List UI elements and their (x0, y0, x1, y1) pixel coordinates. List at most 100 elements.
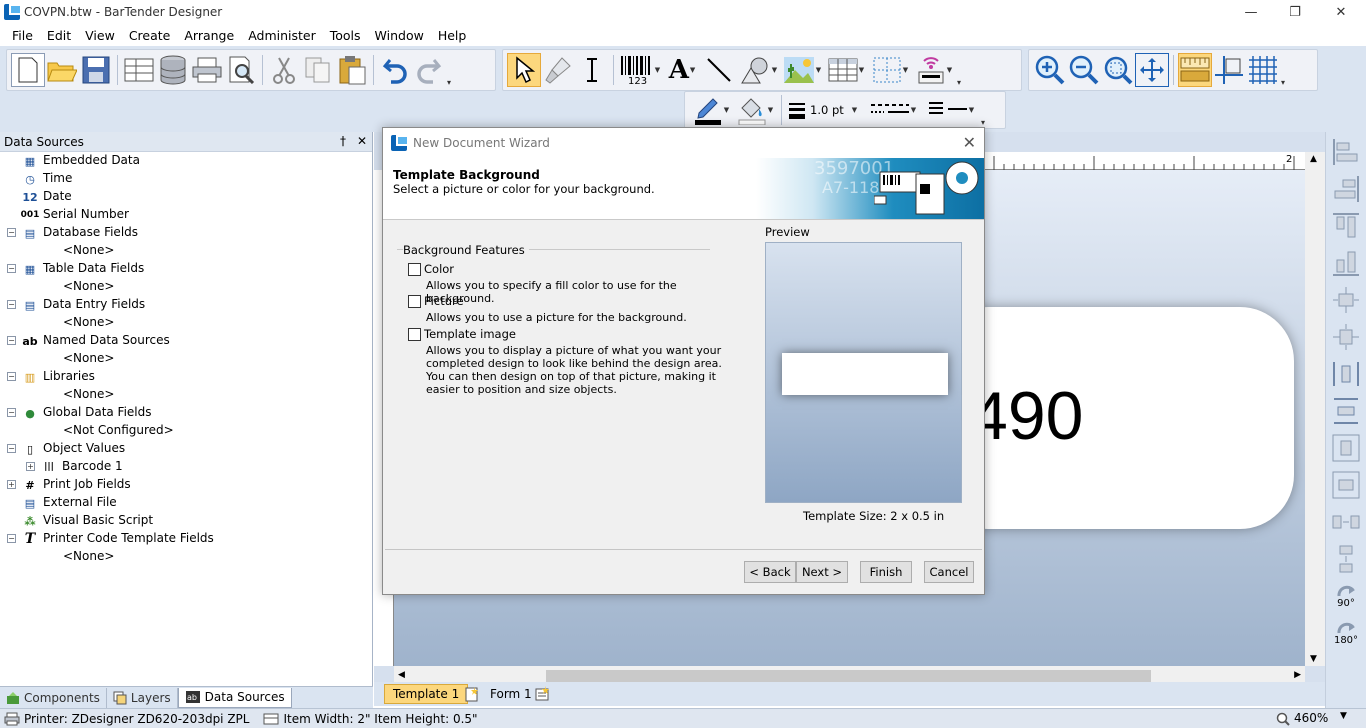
database-setup-button[interactable] (156, 53, 190, 87)
text-cursor-tool-button[interactable] (575, 53, 609, 87)
tree-item[interactable]: − ▯ Object Values (0, 440, 372, 458)
menu-tools[interactable]: Tools (323, 28, 368, 43)
same-width-button[interactable] (1329, 505, 1363, 539)
rotate-180-button[interactable]: 180° (1329, 616, 1363, 650)
picture-tool-button[interactable]: ▼ (780, 53, 824, 87)
table-tool-button[interactable]: ▼ (824, 53, 868, 87)
tab-layers[interactable]: Layers (107, 687, 178, 708)
line-style-dropdown[interactable]: ▼ (864, 93, 922, 127)
line-tool-button[interactable] (702, 53, 736, 87)
scroll-up-icon[interactable]: ▲ (1310, 154, 1317, 164)
collapse-icon[interactable]: − (7, 228, 16, 237)
grid-toggle-button[interactable] (1246, 53, 1280, 87)
tree-item[interactable]: + # Print Job Fields (0, 476, 372, 494)
tab-data-sources[interactable]: ab Data Sources (177, 687, 292, 708)
wizard-close-button[interactable]: ✕ (963, 133, 976, 152)
menu-help[interactable]: Help (431, 28, 474, 43)
tree-item[interactable]: <None> (0, 386, 372, 404)
color-checkbox[interactable] (408, 263, 421, 276)
format-painter-button[interactable] (541, 53, 575, 87)
line-end-dropdown[interactable]: ▼ (922, 93, 980, 127)
undo-button[interactable] (378, 53, 412, 87)
cut-button[interactable] (267, 53, 301, 87)
tree-item[interactable]: ◷ Time (0, 170, 372, 188)
rulers-toggle-button[interactable] (1178, 53, 1212, 87)
fill-color-button[interactable]: ▼ (733, 93, 777, 127)
align-top-button[interactable] (1329, 209, 1363, 243)
zoom-dropdown-icon[interactable]: ▼ (1340, 711, 1347, 721)
tree-item[interactable]: ⁂ Visual Basic Script (0, 512, 372, 530)
rotate-90-button[interactable]: 90° (1329, 579, 1363, 613)
tree-item[interactable]: ▦ Embedded Data (0, 152, 372, 170)
tree-item[interactable]: − ▤ Database Fields (0, 224, 372, 242)
tree-item[interactable]: <None> (0, 314, 372, 332)
line-width-dropdown[interactable]: 1.0 pt ▼ (786, 93, 864, 127)
restore-button[interactable]: ❐ (1272, 0, 1318, 24)
shape-tool-button[interactable]: ▼ (736, 53, 780, 87)
scroll-down-icon[interactable]: ▼ (1310, 654, 1317, 664)
zoom-level[interactable]: 460% (1294, 711, 1328, 725)
toolbar-overflow-icon[interactable]: ▾ (956, 53, 962, 87)
center-in-template-v-button[interactable] (1329, 468, 1363, 502)
collapse-icon[interactable]: − (7, 408, 16, 417)
tree-item[interactable]: <None> (0, 278, 372, 296)
tree-item[interactable]: <Not Configured> (0, 422, 372, 440)
picture-checkbox[interactable] (408, 295, 421, 308)
printer-status[interactable]: Printer: ZDesigner ZD620-203dpi ZPL (24, 712, 249, 726)
add-form-button[interactable] (526, 684, 558, 704)
toolbar-overflow-icon[interactable]: ▾ (980, 93, 986, 127)
tree-item[interactable]: 12 Date (0, 188, 372, 206)
menu-arrange[interactable]: Arrange (177, 28, 241, 43)
center-in-template-h-button[interactable] (1329, 431, 1363, 465)
text-tool-button[interactable]: A ▼ (662, 53, 702, 87)
align-bottom-button[interactable] (1329, 246, 1363, 280)
minimize-button[interactable]: — (1228, 0, 1274, 24)
back-button[interactable]: < Back (744, 561, 796, 583)
new-document-button[interactable] (11, 53, 45, 87)
tree-item[interactable]: <None> (0, 350, 372, 368)
pin-icon[interactable]: † (340, 134, 346, 148)
zoom-to-page-button[interactable] (1135, 53, 1169, 87)
finish-button[interactable]: Finish (860, 561, 912, 583)
save-button[interactable] (79, 53, 113, 87)
menu-file[interactable]: File (0, 28, 40, 43)
tree-item[interactable]: − ▤ Data Entry Fields (0, 296, 372, 314)
next-button[interactable]: Next > (796, 561, 848, 583)
close-button[interactable]: ✕ (1318, 0, 1364, 24)
paste-button[interactable] (335, 53, 369, 87)
barcode-tool-button[interactable]: 123 ▼ (618, 53, 662, 87)
tree-item[interactable]: − T Printer Code Template Fields (0, 530, 372, 548)
scroll-left-icon[interactable]: ◀ (398, 670, 405, 680)
center-vertical-button[interactable] (1329, 320, 1363, 354)
collapse-icon[interactable]: − (7, 336, 16, 345)
menu-edit[interactable]: Edit (40, 28, 78, 43)
template-image-option-label[interactable]: Template image (424, 327, 516, 341)
panel-close-button[interactable]: ✕ (357, 134, 367, 148)
collapse-icon[interactable]: − (7, 264, 16, 273)
tree-item[interactable]: <None> (0, 242, 372, 260)
print-button[interactable] (190, 53, 224, 87)
expand-icon[interactable]: + (7, 480, 16, 489)
menu-view[interactable]: View (78, 28, 122, 43)
toolbar-overflow-icon[interactable]: ▾ (446, 53, 452, 87)
tree-item[interactable]: − ab Named Data Sources (0, 332, 372, 350)
rfid-tool-button[interactable]: ▼ (912, 53, 956, 87)
collapse-icon[interactable]: − (7, 534, 16, 543)
expand-icon[interactable]: + (26, 462, 35, 471)
tree-item[interactable]: − ▥ Libraries (0, 368, 372, 386)
select-tool-button[interactable] (507, 53, 541, 87)
snap-lines-button[interactable] (1212, 53, 1246, 87)
zoom-fit-button[interactable] (1101, 53, 1135, 87)
tree-item[interactable]: − ▦ Table Data Fields (0, 260, 372, 278)
menu-create[interactable]: Create (122, 28, 178, 43)
label-text-object[interactable]: 490 (970, 377, 1083, 455)
print-preview-button[interactable] (224, 53, 258, 87)
picture-option-label[interactable]: Picture (424, 294, 464, 308)
open-button[interactable] (45, 53, 79, 87)
tree-item[interactable]: ▤ External File (0, 494, 372, 512)
template-image-checkbox[interactable] (408, 328, 421, 341)
vertical-scrollbar[interactable]: ▲ ▼ (1305, 152, 1325, 666)
cancel-button[interactable]: Cancel (924, 561, 974, 583)
tree-item[interactable]: + ||| Barcode 1 (0, 458, 372, 476)
tree-item[interactable]: <None> (0, 548, 372, 566)
